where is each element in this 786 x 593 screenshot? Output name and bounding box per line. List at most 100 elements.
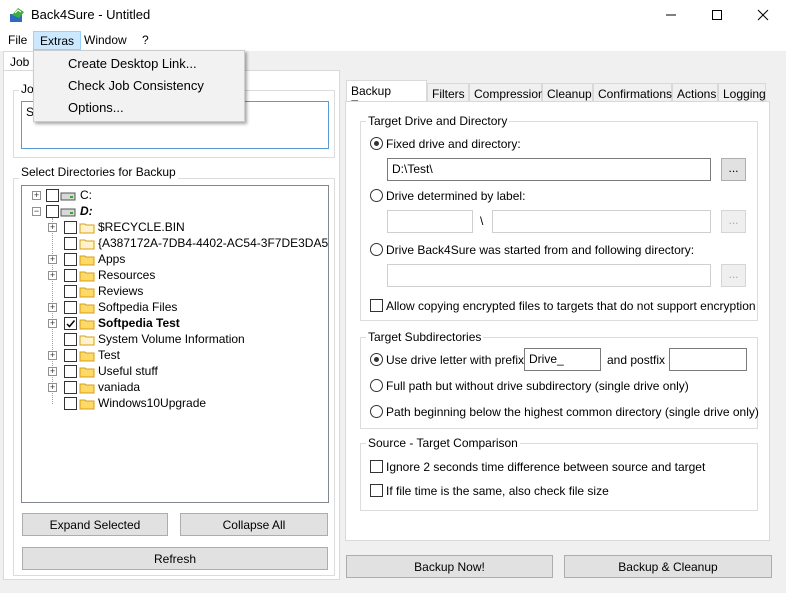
- expand-selected-button[interactable]: Expand Selected: [22, 513, 168, 536]
- menu-help[interactable]: ?: [136, 31, 155, 50]
- checkbox[interactable]: [64, 397, 77, 410]
- menu-item-check-job-consistency[interactable]: Check Job Consistency: [68, 78, 204, 93]
- folder-icon: [79, 287, 95, 298]
- expand-icon[interactable]: +: [48, 303, 57, 312]
- backup-now-button[interactable]: Backup Now!: [346, 555, 553, 578]
- tree-item[interactable]: + vaniada: [22, 380, 322, 396]
- checkbox[interactable]: [64, 237, 77, 250]
- tab-actions[interactable]: Actions: [672, 83, 718, 102]
- checkbox[interactable]: [64, 365, 77, 378]
- minimize-icon: [666, 14, 676, 16]
- checkbox[interactable]: [64, 301, 77, 314]
- expand-icon[interactable]: +: [48, 367, 57, 376]
- expand-icon[interactable]: +: [48, 383, 57, 392]
- tree-item[interactable]: System Volume Information: [22, 332, 322, 348]
- checkbox[interactable]: [64, 221, 77, 234]
- maximize-button[interactable]: [694, 0, 740, 30]
- tab-logging[interactable]: Logging: [718, 83, 766, 102]
- tree-item[interactable]: + Test: [22, 348, 322, 364]
- expand-icon[interactable]: +: [48, 255, 57, 264]
- browse-fixed-button[interactable]: ...: [721, 158, 746, 181]
- tree-item[interactable]: + Useful stuff: [22, 364, 322, 380]
- folder-icon: [79, 351, 95, 362]
- drive-label-input[interactable]: [387, 210, 473, 233]
- expand-icon[interactable]: +: [48, 351, 57, 360]
- tree-item[interactable]: Reviews: [22, 284, 322, 300]
- tree-item-c[interactable]: + C:: [22, 188, 322, 204]
- checkbox[interactable]: [64, 285, 77, 298]
- drive-letter-prefix-label: Use drive letter with prefix: [386, 353, 525, 367]
- drive-letter-prefix-radio[interactable]: [370, 353, 383, 366]
- expand-icon[interactable]: +: [48, 223, 57, 232]
- checkbox[interactable]: [64, 269, 77, 282]
- tree-item[interactable]: + $RECYCLE.BIN: [22, 220, 322, 236]
- checkbox[interactable]: [64, 381, 77, 394]
- refresh-button[interactable]: Refresh: [22, 547, 328, 570]
- menu-file[interactable]: File: [2, 31, 33, 50]
- tab-filters[interactable]: Filters: [427, 83, 469, 102]
- postfix-input[interactable]: [669, 348, 747, 371]
- fixed-drive-radio[interactable]: [370, 137, 383, 150]
- tree-item-d[interactable]: − D:: [22, 204, 322, 220]
- tree-label: Test: [98, 348, 121, 362]
- checkbox[interactable]: [46, 205, 59, 218]
- drive-label-directory-input[interactable]: [492, 210, 711, 233]
- tab-confirmations[interactable]: Confirmations: [593, 83, 672, 102]
- tab-cleanup[interactable]: Cleanup: [542, 83, 593, 102]
- checkbox-checked[interactable]: [64, 317, 77, 330]
- minimize-button[interactable]: [648, 0, 694, 30]
- full-path-label: Full path but without drive subdirectory…: [386, 379, 689, 393]
- tree-label: C:: [80, 188, 92, 202]
- check-file-size-checkbox[interactable]: [370, 484, 383, 497]
- menu-window[interactable]: Window: [78, 31, 133, 50]
- tree-label: System Volume Information: [98, 332, 245, 346]
- directory-tree[interactable]: + C: − D: + $RECYCLE.BIN {A387172A-7DB4-…: [21, 185, 329, 503]
- tree-item[interactable]: + Softpedia Test: [22, 316, 322, 332]
- ignore-2-seconds-checkbox[interactable]: [370, 460, 383, 473]
- folder-icon: [79, 239, 95, 250]
- tree-item[interactable]: + Resources: [22, 268, 322, 284]
- common-directory-radio[interactable]: [370, 405, 383, 418]
- menu-item-create-desktop-link[interactable]: Create Desktop Link...: [68, 56, 197, 71]
- drive-label-radio[interactable]: [370, 189, 383, 202]
- menu-item-options[interactable]: Options...: [68, 100, 124, 115]
- expand-icon[interactable]: +: [48, 271, 57, 280]
- fixed-directory-input[interactable]: D:\Test\: [387, 158, 711, 181]
- tab-backup-target[interactable]: Backup Target: [346, 80, 427, 112]
- started-drive-radio[interactable]: [370, 243, 383, 256]
- comparison-group: [360, 443, 758, 511]
- checkbox[interactable]: [46, 189, 59, 202]
- expand-icon[interactable]: +: [48, 319, 57, 328]
- browse-started-button[interactable]: ...: [721, 264, 746, 287]
- started-directory-input[interactable]: [387, 264, 711, 287]
- backup-cleanup-button[interactable]: Backup & Cleanup: [564, 555, 772, 578]
- menu-extras[interactable]: Extras: [33, 31, 82, 50]
- checkbox[interactable]: [64, 349, 77, 362]
- fixed-drive-label: Fixed drive and directory:: [386, 137, 521, 151]
- close-button[interactable]: [740, 0, 786, 30]
- folder-icon: [79, 255, 95, 266]
- comparison-legend: Source - Target Comparison: [366, 436, 520, 450]
- path-separator: \: [480, 214, 484, 228]
- collapse-all-button[interactable]: Collapse All: [180, 513, 328, 536]
- prefix-input[interactable]: Drive_: [524, 348, 601, 371]
- tree-item[interactable]: {A387172A-7DB4-4402-AC54-3F7DE3DA5055}: [22, 236, 328, 252]
- window-title: Back4Sure - Untitled: [31, 7, 151, 22]
- started-drive-label: Drive Back4Sure was started from and fol…: [386, 243, 695, 257]
- tree-item[interactable]: + Apps: [22, 252, 322, 268]
- checkbox[interactable]: [64, 333, 77, 346]
- expand-icon[interactable]: +: [32, 191, 41, 200]
- drive-icon: [60, 192, 76, 201]
- allow-encrypted-checkbox[interactable]: [370, 299, 383, 312]
- full-path-radio[interactable]: [370, 379, 383, 392]
- folder-icon: [79, 303, 95, 314]
- checkbox[interactable]: [64, 253, 77, 266]
- tree-item[interactable]: Windows10Upgrade: [22, 396, 322, 412]
- collapse-icon[interactable]: −: [32, 207, 41, 216]
- tree-item[interactable]: + Softpedia Files: [22, 300, 322, 316]
- tree-label: {A387172A-7DB4-4402-AC54-3F7DE3DA5055}: [98, 236, 329, 250]
- checkmark-icon: [66, 320, 76, 328]
- browse-label-button[interactable]: ...: [721, 210, 746, 233]
- tab-compression[interactable]: Compression: [469, 83, 545, 102]
- tree-label: Softpedia Test: [98, 316, 180, 330]
